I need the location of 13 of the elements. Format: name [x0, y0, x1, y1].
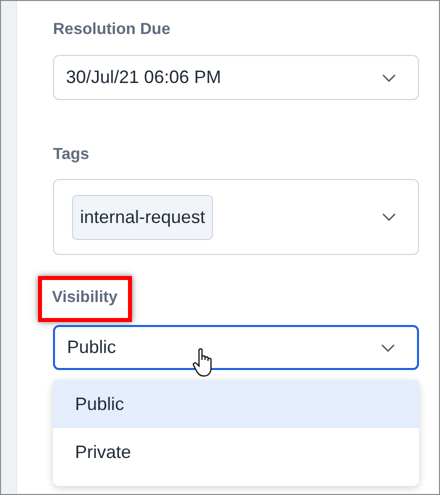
select-value: Public	[67, 336, 116, 359]
dropdown-option[interactable]: Public	[53, 380, 419, 428]
chevron-down-icon	[382, 74, 396, 82]
field-label: Visibility	[52, 289, 118, 306]
tag-chip: internal-request	[72, 194, 214, 240]
select-value: 30/Jul/21 06:06 PM	[66, 66, 222, 89]
field-label: Resolution Due	[53, 20, 170, 40]
field-label: Tags	[53, 145, 90, 165]
select-field[interactable]: 30/Jul/21 06:06 PM	[53, 55, 419, 100]
dropdown-option[interactable]: Private	[53, 428, 419, 476]
tags-field[interactable]: internal-request	[53, 179, 419, 255]
chevron-down-icon	[381, 344, 395, 352]
chevron-down-icon	[382, 213, 396, 221]
